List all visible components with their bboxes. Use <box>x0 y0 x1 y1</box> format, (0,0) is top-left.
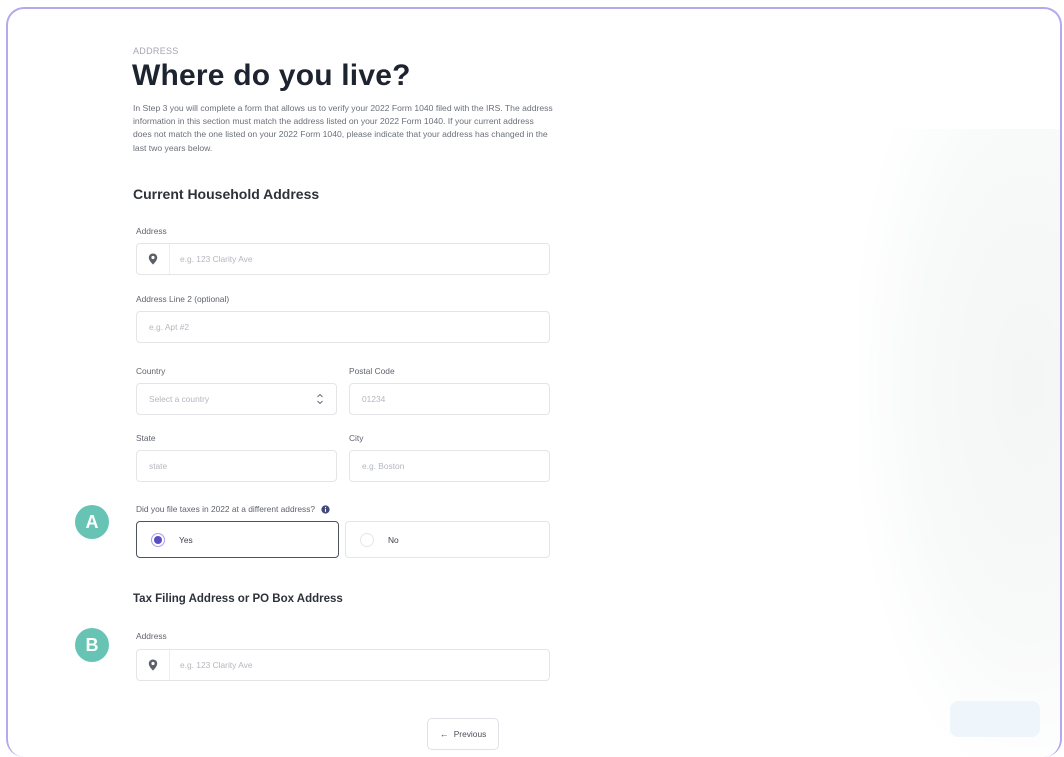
radio-no-indicator[interactable] <box>360 532 374 547</box>
page-title: Where do you live? <box>132 59 411 92</box>
postal-code-input[interactable]: 01234 <box>349 383 550 415</box>
tax-address-label: Address <box>136 631 167 641</box>
postal-code-label: Postal Code <box>349 366 395 376</box>
address-input[interactable]: e.g. 123 Clarity Ave <box>136 243 550 275</box>
address-line2-placeholder: e.g. Apt #2 <box>149 322 190 332</box>
radio-yes-indicator[interactable] <box>151 532 165 547</box>
app-frame: ADDRESS Where do you live? In Step 3 you… <box>6 7 1062 757</box>
country-label: Country <box>136 366 166 376</box>
address-line2-input[interactable]: e.g. Apt #2 <box>136 311 550 343</box>
info-icon[interactable] <box>321 505 331 514</box>
annotation-badge-b: B <box>75 628 109 662</box>
tax-address-placeholder: e.g. 123 Clarity Ave <box>180 660 253 670</box>
postal-code-placeholder: 01234 <box>362 394 386 404</box>
city-placeholder: e.g. Boston <box>362 461 405 471</box>
city-input[interactable]: e.g. Boston <box>349 450 550 482</box>
address-form: ADDRESS Where do you live? In Step 3 you… <box>8 9 1054 750</box>
state-input[interactable]: state <box>136 450 337 482</box>
intro-text: In Step 3 you will complete a form that … <box>133 103 553 153</box>
current-address-heading: Current Household Address <box>133 186 320 202</box>
state-placeholder: state <box>149 461 168 471</box>
state-label: State <box>136 433 156 443</box>
country-select-value: Select a country <box>149 394 210 404</box>
tax-address-input[interactable]: e.g. 123 Clarity Ave <box>136 649 550 681</box>
previous-button-label: Previous <box>453 729 487 739</box>
radio-option-no[interactable]: No <box>345 521 550 558</box>
address-line2-label: Address Line 2 (optional) <box>136 294 230 304</box>
address-label: Address <box>136 226 167 236</box>
chevron-up-down-icon <box>317 393 323 405</box>
radio-no-label: No <box>388 534 399 545</box>
different-address-question: Did you file taxes in 2022 at a differen… <box>136 504 331 514</box>
address-placeholder: e.g. 123 Clarity Ave <box>180 254 253 264</box>
different-address-question-text: Did you file taxes in 2022 at a differen… <box>136 504 316 514</box>
arrow-left-icon: ← <box>439 729 449 739</box>
annotation-badge-a: A <box>75 505 109 539</box>
previous-button[interactable]: ← Previous <box>427 718 499 750</box>
location-pin-icon <box>137 650 170 680</box>
location-pin-icon <box>137 244 170 274</box>
radio-yes-label: Yes <box>179 534 193 545</box>
city-label: City <box>349 433 364 443</box>
country-select[interactable]: Select a country <box>136 383 337 415</box>
step-eyebrow: ADDRESS <box>133 46 179 56</box>
tax-filing-address-heading: Tax Filing Address or PO Box Address <box>133 593 343 605</box>
radio-option-yes[interactable]: Yes <box>136 521 339 558</box>
